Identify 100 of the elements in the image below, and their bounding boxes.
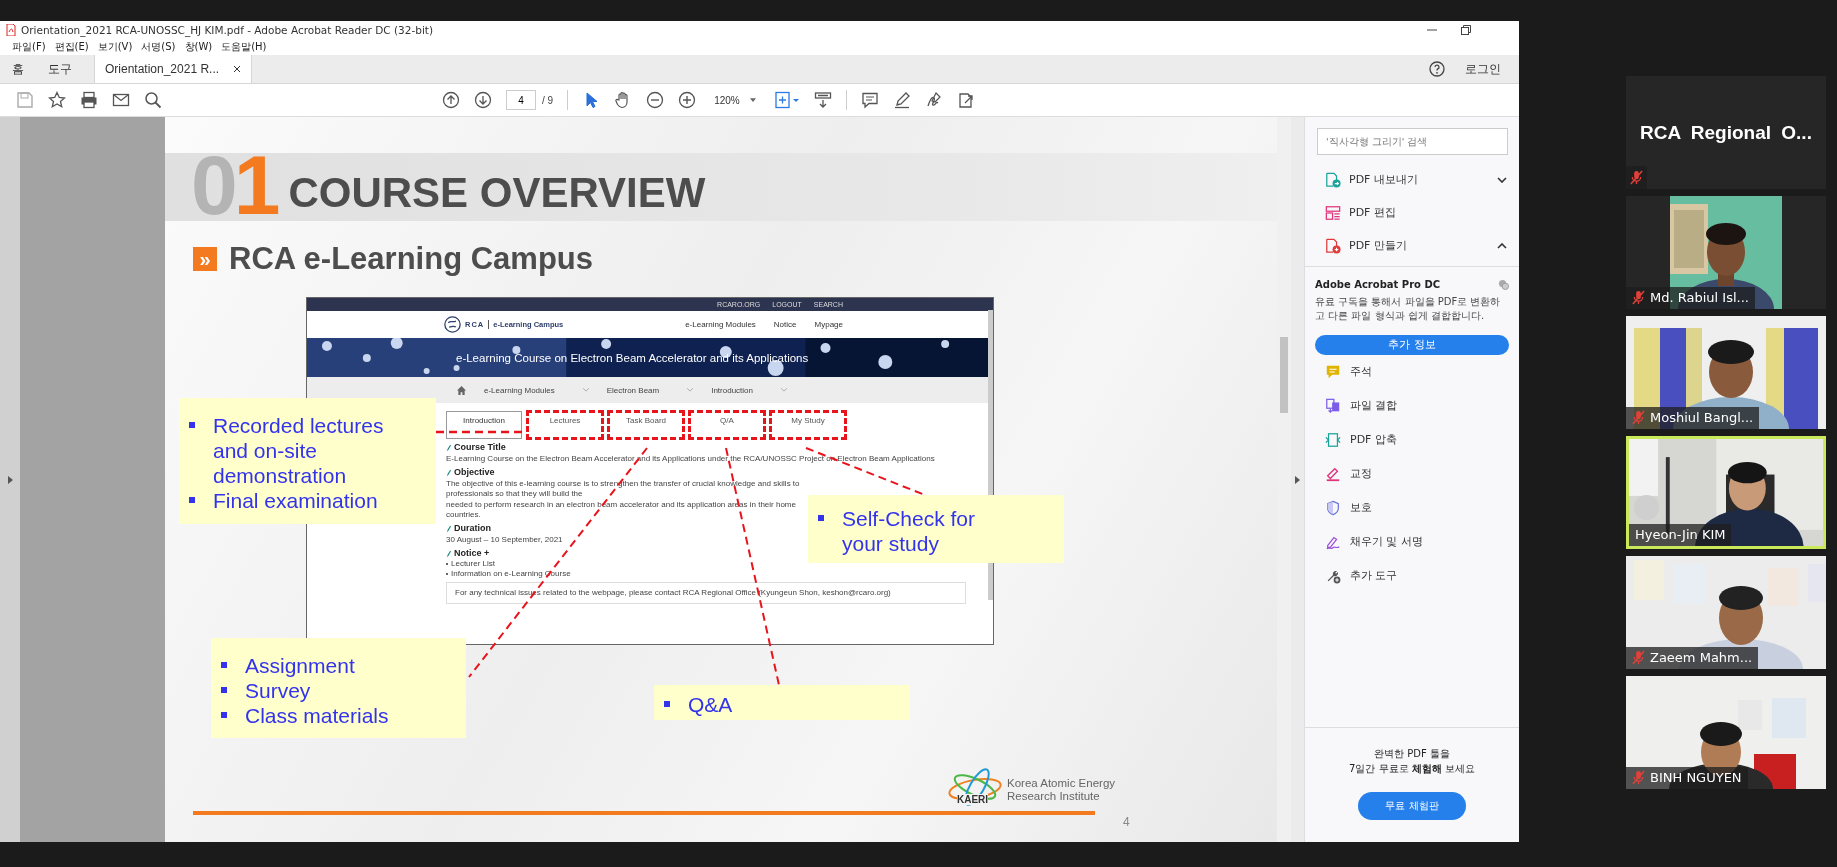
tool-item[interactable]: 보호 bbox=[1305, 490, 1519, 525]
tab[interactable]: 홈 bbox=[0, 55, 36, 83]
bullet-icon bbox=[818, 515, 824, 521]
site-tab[interactable]: My Study bbox=[770, 411, 846, 439]
callout-text: Assignment bbox=[245, 652, 355, 678]
participant-name: Md. Rabiul Isl... bbox=[1650, 290, 1749, 305]
tool-item[interactable]: 파일 결합 bbox=[1305, 388, 1519, 423]
expand-arrow-icon[interactable] bbox=[7, 475, 13, 484]
video-tile[interactable]: Moshiul Bangl... bbox=[1626, 316, 1826, 429]
menu-item[interactable]: 창(W) bbox=[184, 40, 213, 54]
menu-item[interactable]: 도움말(H) bbox=[221, 40, 267, 54]
bullet-icon bbox=[221, 686, 227, 693]
list-link[interactable]: Lecturer List bbox=[451, 559, 496, 569]
pencil-icon bbox=[446, 468, 451, 477]
video-tile[interactable]: Hyeon-Jin KIM bbox=[1626, 436, 1826, 549]
tool-group-item[interactable]: PDF 만들기 bbox=[1305, 229, 1519, 262]
star-icon[interactable] bbox=[48, 91, 66, 109]
caret-icon bbox=[687, 388, 694, 392]
search-icon[interactable] bbox=[144, 91, 162, 109]
caret-icon bbox=[582, 388, 589, 392]
site-nav-link[interactable]: e-Learning Modules bbox=[685, 320, 756, 329]
video-tile[interactable]: RCA Regional O... bbox=[1626, 76, 1826, 189]
tool-icon bbox=[1325, 431, 1341, 448]
free-trial-button[interactable]: 무료 체험판 bbox=[1358, 792, 1466, 820]
document-icon bbox=[1325, 237, 1341, 254]
comment-icon bbox=[1325, 363, 1341, 380]
scrollbar[interactable] bbox=[1277, 117, 1291, 842]
tool-item[interactable]: 주석 bbox=[1305, 354, 1519, 389]
pdf-file-icon bbox=[6, 24, 16, 36]
zoom-dropdown[interactable]: 120% bbox=[710, 92, 760, 108]
fit-page-icon[interactable] bbox=[773, 91, 800, 109]
share-icon[interactable] bbox=[956, 91, 975, 109]
tool-item[interactable]: PDF 압축 bbox=[1305, 422, 1519, 457]
trial-text: 완벽한 PDF 툴을 bbox=[1374, 747, 1450, 761]
slide-page-number: 4 bbox=[1123, 815, 1130, 829]
menu-item[interactable]: 서명(S) bbox=[141, 40, 176, 54]
signature-icon[interactable] bbox=[924, 91, 943, 109]
globe-logo-icon bbox=[444, 316, 461, 333]
callout-text: Q&A bbox=[688, 692, 733, 717]
window-title: Orientation_2021 RCA-UNOSSC_HJ KIM.pdf - Adobe Acrobat Reader DC (32-bit) bbox=[21, 24, 434, 36]
breadcrumb-dropdown[interactable]: e-Learning Modules bbox=[484, 385, 589, 395]
scroll-mode-icon[interactable] bbox=[813, 91, 832, 109]
site-tab[interactable]: Q/A bbox=[689, 411, 765, 439]
promo-text: 유료 구독을 통해서 파일을 PDF로 변환하고 다른 파일 형식과 쉽게 결합합니다. bbox=[1315, 295, 1502, 323]
zoom-in-icon[interactable] bbox=[678, 91, 697, 109]
tool-item[interactable]: 추가 도구 bbox=[1305, 558, 1519, 593]
breadcrumb-dropdown[interactable]: Introduction bbox=[711, 385, 787, 395]
arrow-up-icon[interactable] bbox=[442, 91, 460, 109]
participant-name: Zaeem Mahm... bbox=[1650, 650, 1753, 665]
site-tab[interactable]: Task Board bbox=[608, 411, 684, 439]
tool-item[interactable]: 채우기 및 서명 bbox=[1305, 524, 1519, 559]
zoom-out-icon[interactable] bbox=[646, 91, 665, 109]
home-icon[interactable] bbox=[457, 385, 466, 395]
chevron-icon bbox=[1497, 242, 1507, 249]
tab[interactable]: Orientation_2021 R... bbox=[94, 55, 253, 83]
callout-text: Class materials bbox=[245, 702, 389, 728]
logo-name: Korea Atomic Energy bbox=[1007, 777, 1116, 790]
slide-subtitle: RCA e-Learning Campus bbox=[229, 241, 593, 277]
site-nav-link[interactable]: Notice bbox=[773, 320, 797, 329]
page-number-field[interactable]: 4 bbox=[506, 90, 536, 110]
tool-icon bbox=[1325, 397, 1341, 414]
pencil-icon bbox=[446, 443, 451, 452]
pencil-icon bbox=[446, 524, 451, 533]
page-count: / 9 bbox=[542, 94, 554, 106]
collapse-arrow-icon[interactable] bbox=[1295, 475, 1300, 484]
login-link[interactable]: 로그인 bbox=[1465, 60, 1501, 78]
menu-item[interactable]: 보기(V) bbox=[97, 40, 133, 54]
site-tab[interactable]: Introduction bbox=[446, 411, 522, 439]
section-heading: Objective bbox=[454, 467, 495, 478]
tool-group-item[interactable]: PDF 편집 bbox=[1305, 196, 1519, 229]
mail-icon[interactable] bbox=[112, 91, 130, 109]
comment-icon[interactable] bbox=[860, 91, 879, 109]
site-tab[interactable]: Lectures bbox=[527, 411, 603, 439]
tool-item[interactable]: 교정 bbox=[1305, 456, 1519, 491]
bullet-icon bbox=[189, 422, 195, 428]
tab[interactable]: 도구 bbox=[36, 55, 84, 83]
menu-item[interactable]: 파일(F) bbox=[12, 40, 46, 54]
restore-icon[interactable] bbox=[1461, 25, 1471, 35]
video-tile[interactable]: Md. Rabiul Isl... bbox=[1626, 196, 1826, 309]
bullet-icon bbox=[664, 701, 670, 707]
arrow-down-icon[interactable] bbox=[474, 91, 492, 109]
video-tile[interactable]: BINH NGUYEN bbox=[1626, 676, 1826, 789]
menu-item[interactable]: 편집(E) bbox=[54, 40, 89, 54]
video-tile[interactable]: Zaeem Mahm... bbox=[1626, 556, 1826, 669]
participant-name: BINH NGUYEN bbox=[1650, 770, 1742, 785]
shield-icon bbox=[1325, 499, 1341, 516]
chevron-marker-icon: » bbox=[193, 247, 217, 271]
tool-group-item[interactable]: PDF 내보내기 bbox=[1305, 163, 1519, 196]
close-icon[interactable] bbox=[233, 65, 242, 73]
bullet-icon bbox=[189, 497, 195, 503]
document-icon bbox=[1325, 171, 1341, 188]
site-nav-link[interactable]: Mypage bbox=[814, 320, 843, 329]
pen-icon[interactable] bbox=[892, 91, 911, 109]
participant-name: RCA Regional O... bbox=[1640, 121, 1812, 144]
breadcrumb-dropdown[interactable]: Electron Beam bbox=[606, 385, 694, 395]
more-info-button[interactable]: 추가 정보 bbox=[1315, 334, 1509, 355]
print-icon[interactable] bbox=[80, 91, 98, 109]
caret-icon bbox=[749, 98, 756, 102]
help-icon[interactable] bbox=[1429, 61, 1445, 77]
logo-name: Research Institute bbox=[1007, 790, 1100, 803]
